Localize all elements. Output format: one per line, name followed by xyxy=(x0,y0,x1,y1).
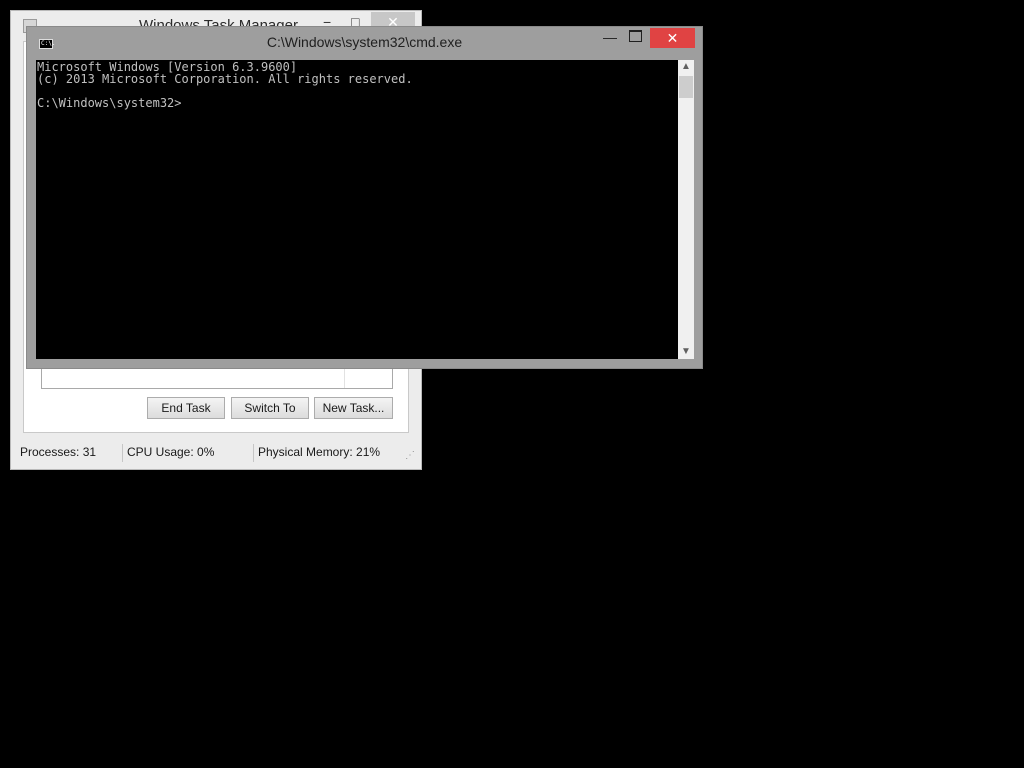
console-line: (c) 2013 Microsoft Corporation. All righ… xyxy=(37,72,413,86)
task-manager-status-bar: Processes: 31 CPU Usage: 0% Physical Mem… xyxy=(11,441,421,465)
cmd-maximize-button[interactable] xyxy=(629,30,642,42)
cmd-console-output[interactable]: Microsoft Windows [Version 6.3.9600] (c)… xyxy=(36,60,678,359)
new-task-button[interactable]: New Task... xyxy=(314,397,393,419)
cmd-minimize-button[interactable]: — xyxy=(603,29,617,45)
status-physical-memory: Physical Memory: 21% xyxy=(258,445,381,459)
scroll-up-arrow-icon[interactable]: ▲ xyxy=(678,60,694,74)
scroll-down-arrow-icon[interactable]: ▼ xyxy=(678,345,694,359)
status-processes: Processes: 31 xyxy=(20,445,97,459)
status-separator xyxy=(122,444,123,462)
cmd-close-button[interactable]: ✕ xyxy=(650,28,695,48)
status-separator xyxy=(253,444,254,462)
status-cpu-usage: CPU Usage: 0% xyxy=(127,445,215,459)
scroll-thumb[interactable] xyxy=(679,76,693,98)
cmd-titlebar[interactable]: C:\. C:\Windows\system32\cmd.exe — ✕ xyxy=(27,27,702,59)
resize-grip-icon[interactable]: ⋰ xyxy=(405,450,415,461)
console-prompt: C:\Windows\system32> xyxy=(37,96,182,110)
cmd-vertical-scrollbar[interactable]: ▲ ▼ xyxy=(678,60,694,359)
cmd-title: C:\Windows\system32\cmd.exe xyxy=(266,34,463,50)
end-task-button[interactable]: End Task xyxy=(147,397,225,419)
switch-to-button[interactable]: Switch To xyxy=(231,397,309,419)
cmd-window[interactable]: C:\. C:\Windows\system32\cmd.exe — ✕ Mic… xyxy=(26,26,703,369)
